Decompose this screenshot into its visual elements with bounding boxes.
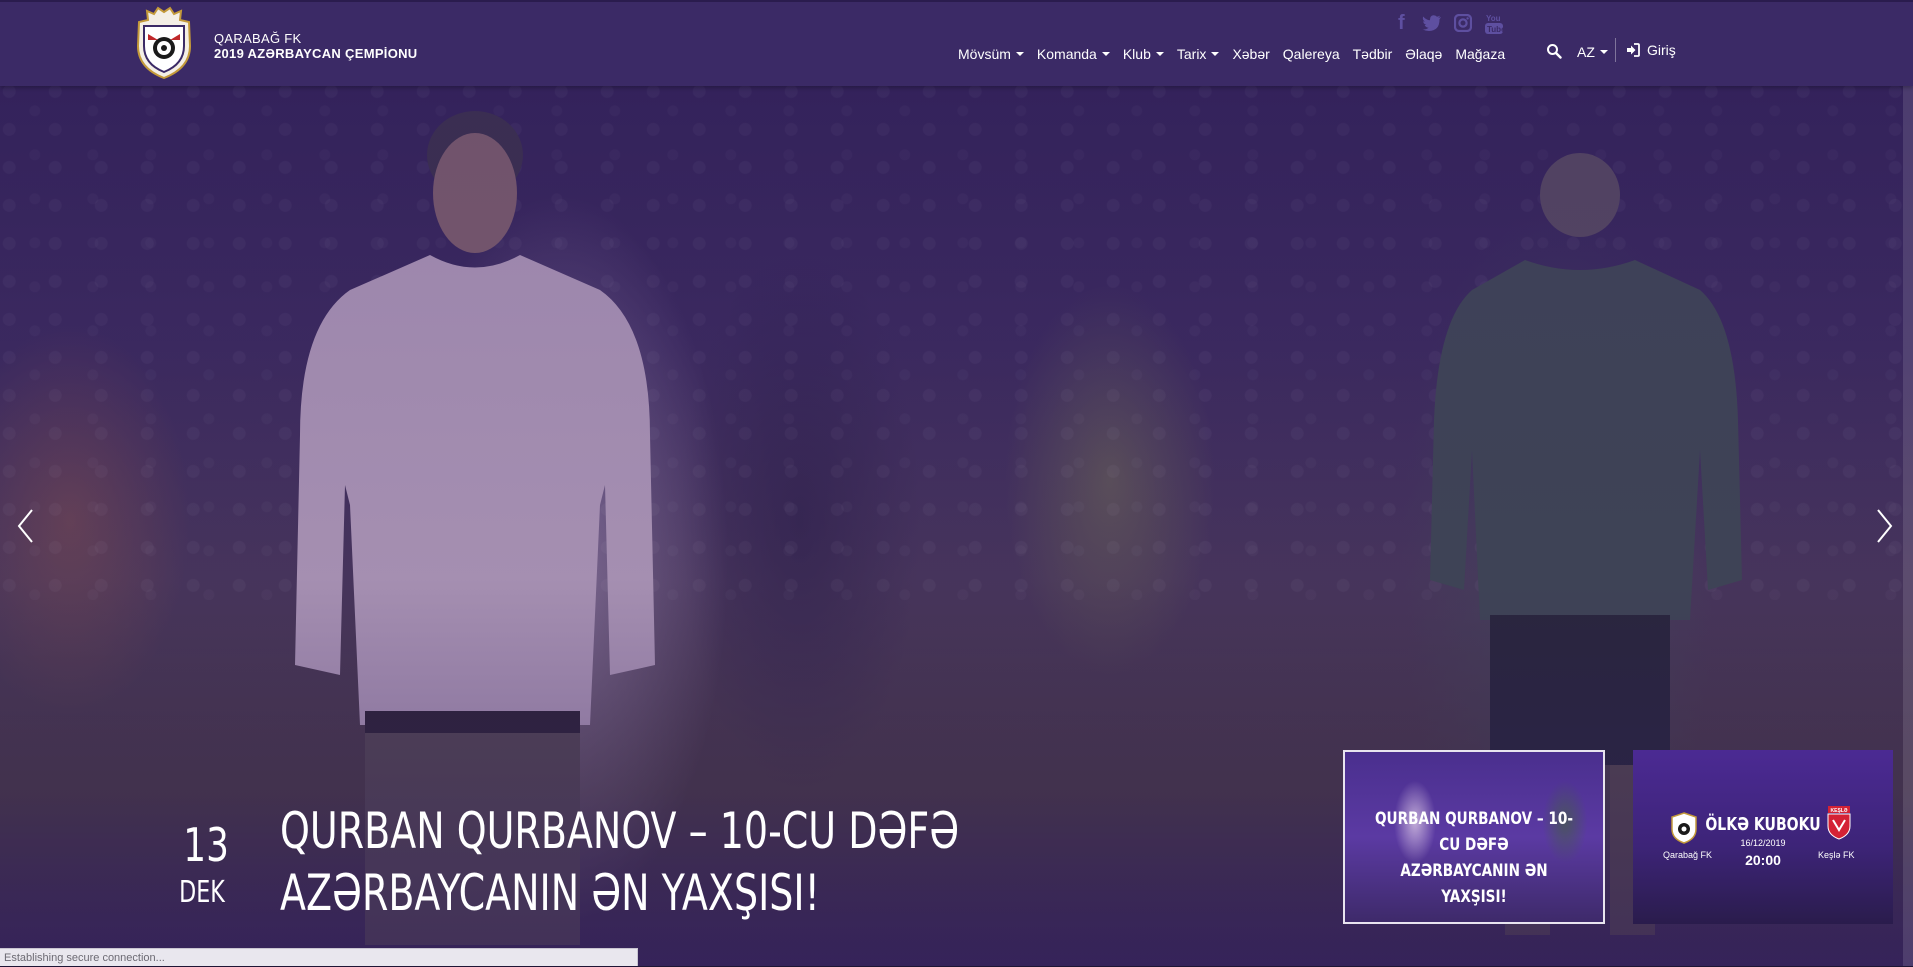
match-time: 20:00 <box>1745 852 1781 868</box>
thumbnail-title: QURBAN QURBANOV – 10-CU DƏFƏ AZƏRBAYCANI… <box>1371 806 1577 910</box>
instagram-icon[interactable] <box>1454 14 1472 32</box>
nav-item-label: Mövsüm <box>958 46 1011 62</box>
nav-item-label: Əlaqə <box>1405 46 1443 62</box>
nav-item-magaza[interactable]: Mağaza <box>1455 46 1505 62</box>
main-navigation: Mövsüm Komanda Klub Tarix Xəbər Qalereya… <box>958 45 1518 63</box>
nav-item-tarix[interactable]: Tarix <box>1177 46 1220 62</box>
away-team-name: Keşlə FK <box>1818 850 1855 860</box>
match-date: 16/12/2019 <box>1740 838 1786 848</box>
nav-item-movsum[interactable]: Mövsüm <box>958 46 1024 62</box>
page-scrollbar[interactable] <box>1903 0 1913 966</box>
search-icon[interactable] <box>1546 43 1562 59</box>
nav-item-komanda[interactable]: Komanda <box>1037 46 1110 62</box>
brand-name[interactable]: QARABAĞ FK <box>214 31 302 46</box>
nav-item-label: Qalereya <box>1282 46 1340 62</box>
caret-down-icon <box>1211 52 1220 56</box>
nav-item-label: Komanda <box>1036 46 1097 62</box>
login-button[interactable]: Giriş <box>1626 42 1676 58</box>
site-header: QARABAĞ FK 2019 AZƏRBAYCAN ÇEMPİONU f Yo… <box>0 0 1913 86</box>
slider-next-arrow-icon[interactable] <box>1874 508 1894 544</box>
nav-item-label: Mağaza <box>1455 46 1506 62</box>
slider-prev-arrow-icon[interactable] <box>16 508 36 544</box>
nav-item-elaqe[interactable]: Əlaqə <box>1405 46 1442 62</box>
slide-headline-line: AZƏRBAYCANIN ƏN YAXŞISI! <box>280 864 820 922</box>
thumbnail-title-line: AZƏRBAYCANIN ƏN YAXŞISI! <box>1400 861 1548 907</box>
svg-text:Tube: Tube <box>1487 25 1503 34</box>
caret-down-icon <box>1015 52 1024 56</box>
kesle-badge-text: KEŞLƏ <box>1831 808 1848 814</box>
slide-date-month: DEK <box>179 875 225 910</box>
sign-in-icon <box>1627 43 1640 57</box>
youtube-icon[interactable]: You Tube <box>1485 13 1503 35</box>
slide-thumbnail-match[interactable]: ÖLKƏ KUBOKU Qarabağ FK KEŞLƏ Keşlə FK 16… <box>1633 750 1893 924</box>
kesle-crest-icon: KEŞLƏ <box>1827 806 1851 840</box>
nav-item-qalereya[interactable]: Qalereya <box>1283 46 1340 62</box>
nav-item-label: Tarix <box>1176 46 1207 62</box>
qarabag-crest-icon <box>1671 812 1697 844</box>
slide-date-day: 13 <box>183 818 229 872</box>
slide-headline[interactable]: QURBAN QURBANOV – 10-CU DƏFƏ AZƏRBAYCANI… <box>280 800 960 924</box>
caret-down-icon <box>1155 52 1164 56</box>
thumbnail-title-line: QURBAN QURBANOV – 10-CU DƏFƏ <box>1375 809 1573 855</box>
slide-thumbnail-news[interactable]: QURBAN QURBANOV – 10-CU DƏFƏ AZƏRBAYCANI… <box>1343 750 1605 924</box>
browser-status-bar: Establishing secure connection... <box>0 948 638 966</box>
slide-headline-line: QURBAN QURBANOV – 10-CU DƏFƏ <box>280 802 960 860</box>
brand-subtitle: 2019 AZƏRBAYCAN ÇEMPİONU <box>214 46 418 61</box>
login-label: Giriş <box>1647 42 1676 58</box>
nav-item-label: Xəbər <box>1232 46 1270 62</box>
svg-text:You: You <box>1486 14 1501 23</box>
twitter-icon[interactable] <box>1422 15 1442 31</box>
nav-item-xeber[interactable]: Xəbər <box>1232 46 1269 62</box>
language-selector[interactable]: AZ <box>1577 44 1608 60</box>
nav-item-klub[interactable]: Klub <box>1123 46 1164 62</box>
language-label: AZ <box>1577 44 1595 60</box>
header-divider <box>1615 38 1616 62</box>
nav-item-tedbir[interactable]: Tədbir <box>1353 46 1393 62</box>
home-team-name: Qarabağ FK <box>1663 850 1713 860</box>
caret-down-icon <box>1101 52 1110 56</box>
club-logo[interactable] <box>134 6 194 80</box>
facebook-icon[interactable]: f <box>1398 12 1405 35</box>
nav-item-label: Tədbir <box>1352 46 1393 62</box>
caret-down-icon <box>1599 50 1608 54</box>
nav-item-label: Klub <box>1122 46 1151 62</box>
